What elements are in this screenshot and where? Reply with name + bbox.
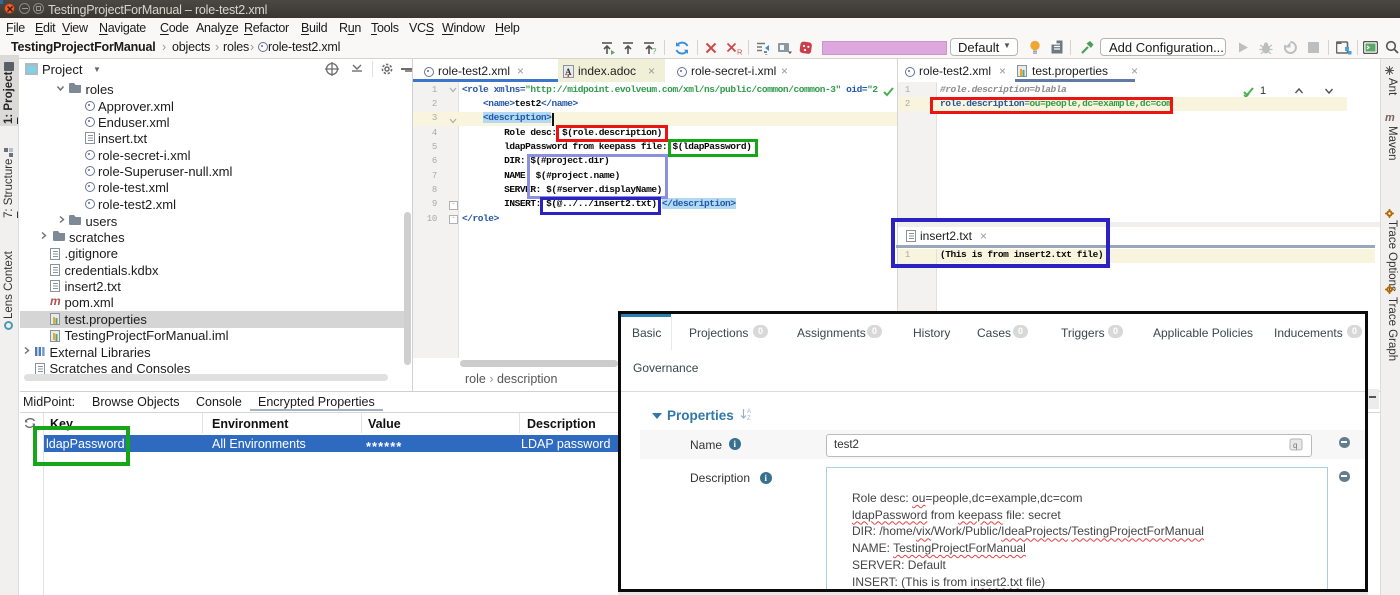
- svg-text:Z: Z: [747, 416, 751, 421]
- svg-text:A: A: [747, 409, 751, 415]
- svg-text:R: R: [737, 48, 743, 56]
- svg-text:q: q: [1293, 441, 1297, 450]
- svg-text:?: ?: [652, 47, 657, 55]
